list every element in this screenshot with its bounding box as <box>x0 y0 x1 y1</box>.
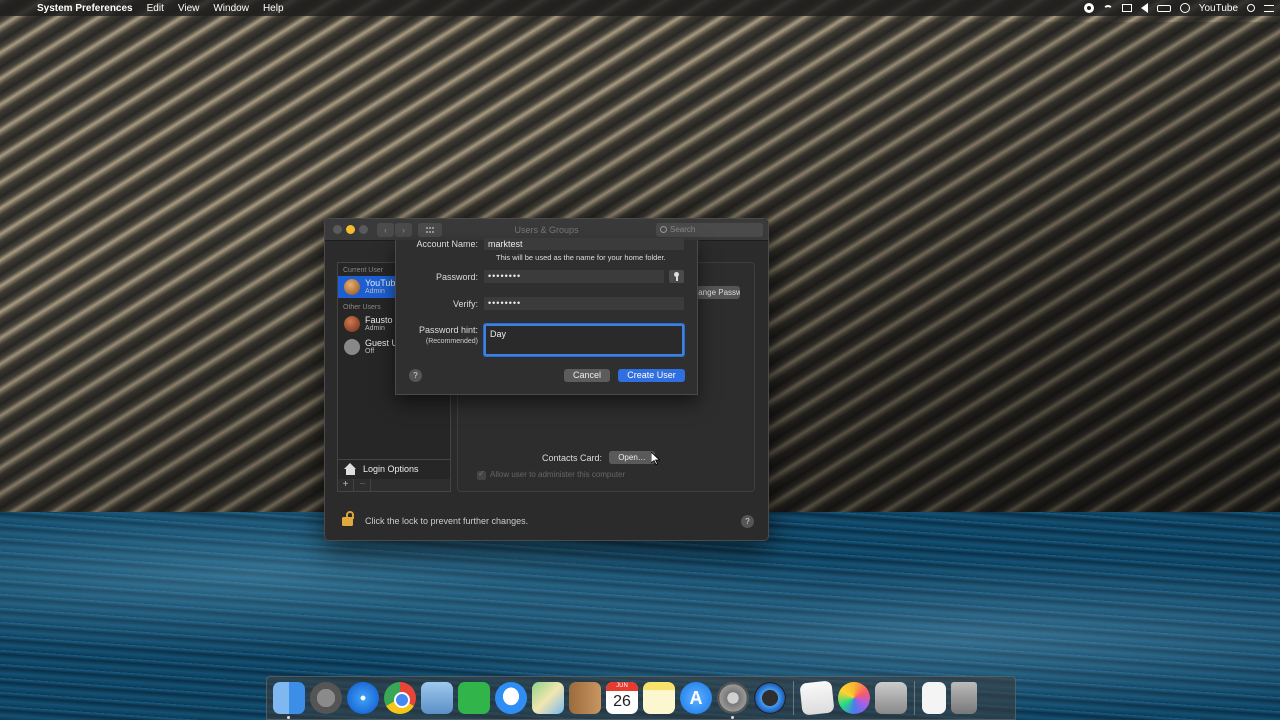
search-placeholder: Search <box>670 225 696 234</box>
dock-separator <box>793 681 794 715</box>
password-hint-label: Password hint: <box>418 325 478 335</box>
menu-view[interactable]: View <box>171 3 207 14</box>
dock-separator <box>914 681 915 715</box>
account-name-note: This will be used as the name for your h… <box>496 253 666 262</box>
contacts-icon[interactable] <box>569 682 601 714</box>
menu-bar: System Preferences Edit View Window Help… <box>0 0 1280 16</box>
open-contacts-button[interactable]: Open… <box>609 451 655 464</box>
current-user-label: Current User <box>343 267 384 274</box>
password-field[interactable]: •••••••• <box>484 270 664 283</box>
launchpad-icon[interactable] <box>310 682 342 714</box>
remove-user-button[interactable]: − <box>355 479 371 491</box>
guest-avatar-icon <box>344 339 360 355</box>
allow-admin-label: Allow user to administer this computer <box>490 470 626 479</box>
create-user-button[interactable]: Create User <box>618 369 685 382</box>
notification-center-icon[interactable] <box>1264 4 1274 12</box>
avatar <box>344 316 360 332</box>
dock: JUN 26 <box>266 676 1016 720</box>
system-preferences-icon[interactable] <box>717 682 749 719</box>
lock-body <box>342 517 353 526</box>
account-name-field[interactable]: marktest <box>484 238 684 250</box>
search-input[interactable]: Search <box>656 223 763 237</box>
password-hint-recommended: (Recommended) <box>425 338 478 345</box>
password-assistant-key-icon[interactable] <box>669 270 684 283</box>
spotlight-search-icon[interactable] <box>1247 4 1255 12</box>
lock-message: Click the lock to prevent further change… <box>365 516 529 526</box>
menu-edit[interactable]: Edit <box>140 3 171 14</box>
calendar-month: JUN <box>606 682 638 691</box>
help-button[interactable]: ? <box>741 515 754 528</box>
messages-icon[interactable] <box>495 682 527 714</box>
user-role: Off <box>365 348 375 355</box>
verify-password-field[interactable]: •••••••• <box>484 297 684 310</box>
new-user-sheet: Account Name: marktest This will be used… <box>395 238 698 395</box>
volume-icon[interactable] <box>1140 3 1148 13</box>
safari-icon[interactable] <box>347 682 379 714</box>
app-store-icon[interactable] <box>680 682 712 714</box>
sheet-help-button[interactable]: ? <box>409 369 422 382</box>
notes-icon[interactable] <box>643 682 675 714</box>
contacts-card-label: Contacts Card: <box>542 453 603 463</box>
document-icon[interactable] <box>922 682 946 714</box>
login-options-item[interactable]: Login Options <box>338 459 450 479</box>
screen-record-icon[interactable] <box>1083 3 1094 13</box>
screenshot-icon[interactable] <box>875 682 907 714</box>
password-hint-field[interactable]: Day <box>484 324 684 356</box>
calendar-icon[interactable]: JUN 26 <box>606 682 638 714</box>
add-user-button[interactable]: + <box>338 479 354 491</box>
preview-icon[interactable] <box>421 682 453 714</box>
user-role: Admin <box>365 288 385 295</box>
allow-admin-checkbox[interactable] <box>477 469 486 480</box>
facetime-icon[interactable] <box>458 682 490 714</box>
password-label: Password: <box>435 272 478 282</box>
menu-help[interactable]: Help <box>256 3 291 14</box>
calendar-day: 26 <box>613 693 631 710</box>
clock-icon[interactable] <box>1179 3 1190 13</box>
house-icon <box>344 463 357 475</box>
user-name: YouTube <box>365 278 397 288</box>
photos-icon[interactable] <box>838 682 870 714</box>
chrome-icon[interactable] <box>384 682 416 714</box>
other-users-label: Other Users <box>343 304 381 311</box>
user-name: Fausto <box>365 315 393 325</box>
add-remove-bar: + − <box>337 479 451 492</box>
menu-window[interactable]: Window <box>206 3 256 14</box>
search-icon <box>660 226 667 233</box>
fast-user-switch[interactable]: YouTube <box>1199 3 1238 14</box>
trash-icon[interactable] <box>951 682 977 714</box>
cancel-button[interactable]: Cancel <box>564 369 610 382</box>
verify-label: Verify: <box>452 299 478 309</box>
airplay-icon[interactable] <box>1121 4 1132 12</box>
user-name: Guest User <box>365 338 397 348</box>
status-area: YouTube <box>1083 0 1274 16</box>
finder-icon[interactable] <box>273 682 305 719</box>
avatar <box>344 279 360 295</box>
app-menu[interactable]: System Preferences <box>30 3 140 14</box>
user-role: Admin <box>365 325 385 332</box>
textedit-icon[interactable] <box>799 680 835 716</box>
login-options-label: Login Options <box>363 464 419 474</box>
maps-icon[interactable] <box>532 682 564 714</box>
battery-icon[interactable] <box>1156 4 1171 12</box>
quicktime-icon[interactable] <box>754 682 786 714</box>
wifi-icon[interactable] <box>1102 4 1113 12</box>
lock-icon[interactable] <box>342 511 354 526</box>
account-name-label: Account Name: <box>416 239 478 249</box>
